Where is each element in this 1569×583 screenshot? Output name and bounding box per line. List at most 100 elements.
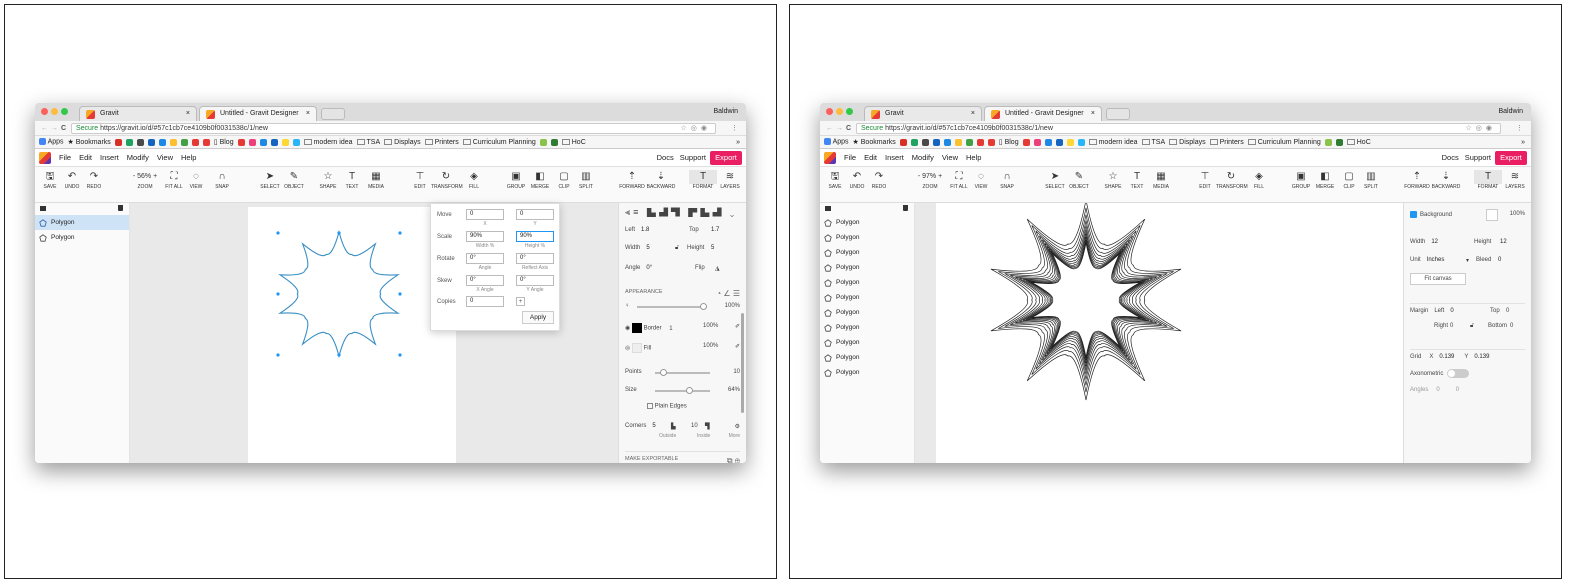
gmail-icon[interactable] xyxy=(114,138,122,146)
angles-input-2[interactable]: 0 xyxy=(1456,387,1459,393)
menu-insert[interactable]: Insert xyxy=(100,153,119,162)
corner-inside-icon[interactable]: ▜ xyxy=(705,423,710,430)
corner-outside-icon[interactable]: ▙ xyxy=(671,423,676,430)
top-input[interactable]: 1.7 xyxy=(711,227,719,233)
fill-opacity[interactable]: 100% xyxy=(703,343,718,349)
view-button[interactable]: ◌ VIEW xyxy=(968,170,994,190)
grid-y-input[interactable]: 0.139 xyxy=(1474,354,1489,360)
copies-input[interactable]: 0 xyxy=(466,296,504,307)
margin-right-input[interactable]: 0 xyxy=(1450,323,1453,329)
browser-tab-designer[interactable]: Untitled - Gravit Designer × xyxy=(199,106,317,121)
new-tab-button[interactable] xyxy=(321,108,345,120)
fill-button[interactable]: ◈ FILL xyxy=(461,170,487,190)
twitter-icon[interactable] xyxy=(1077,138,1085,146)
height-input[interactable]: 12 xyxy=(1500,239,1507,245)
shape-tool[interactable]: ☆ SHAPE xyxy=(1100,170,1126,190)
size-knob[interactable] xyxy=(685,387,693,394)
bookmark-icon[interactable] xyxy=(976,138,984,146)
browser-tab-gravit[interactable]: Gravit × xyxy=(864,106,982,121)
opacity-value[interactable]: 100% xyxy=(725,303,740,309)
text-tool[interactable]: T TEXT xyxy=(1124,170,1150,190)
width-input[interactable]: 5 xyxy=(646,245,649,251)
bookmark-icon[interactable] xyxy=(259,138,267,146)
bookmark-icon[interactable] xyxy=(1335,138,1343,146)
bookmark-icon[interactable] xyxy=(550,138,558,146)
modern-idea-bookmark[interactable]: modern idea xyxy=(303,139,353,146)
media-tool[interactable]: ▦ MEDIA xyxy=(1148,170,1174,190)
url-field[interactable]: Secure https://gravit.io/d/#57c1cb7ce410… xyxy=(856,123,1501,134)
left-input[interactable]: 1.8 xyxy=(641,227,649,233)
tab-close-icon[interactable]: × xyxy=(186,110,190,117)
background-opacity[interactable]: 100% xyxy=(1510,211,1525,217)
size-slider[interactable] xyxy=(655,387,710,394)
bookmark-icon[interactable] xyxy=(1324,138,1332,146)
bookmarks-overflow-icon[interactable]: » xyxy=(736,139,740,146)
snap-button[interactable]: ∩ SNAP xyxy=(994,170,1020,190)
align-toolbar[interactable]: ⫷≡ ▙▟▜ ▛▙▟ ⌄ xyxy=(625,207,740,218)
menu-view[interactable]: View xyxy=(942,153,958,162)
eyedropper-icon[interactable]: ✐ xyxy=(735,323,740,330)
lock-icon[interactable]: 🔓︎ xyxy=(675,245,679,252)
transform-button[interactable]: ↻ TRANSFORM xyxy=(1216,170,1248,190)
more-label[interactable]: More xyxy=(729,433,740,439)
layer-item[interactable]: Polygon xyxy=(820,230,914,245)
b-icon[interactable] xyxy=(921,138,929,146)
object-tool[interactable]: ✎ OBJECT xyxy=(281,170,307,190)
background-swatch[interactable] xyxy=(1486,209,1498,221)
displays-bookmark[interactable]: Displays xyxy=(1169,139,1206,146)
select-tool[interactable]: ➤ SELECT xyxy=(257,170,283,190)
resize-handle[interactable] xyxy=(337,231,341,235)
scale-width-input[interactable]: 90% xyxy=(466,231,504,242)
apps-bookmark[interactable]: Apps xyxy=(824,138,849,146)
layer-item[interactable]: Polygon xyxy=(35,230,129,245)
menu-view[interactable]: View xyxy=(157,153,173,162)
browser-tab-designer[interactable]: Untitled - Gravit Designer × xyxy=(984,106,1102,121)
format-tab[interactable]: T FORMAT xyxy=(1474,170,1502,190)
tsa-bookmark[interactable]: TSA xyxy=(1141,139,1165,146)
resize-handle[interactable] xyxy=(276,231,280,235)
layer-item[interactable]: Polygon xyxy=(820,365,914,380)
bookmarks-bookmark[interactable]: ★ Bookmarks xyxy=(68,138,111,146)
gravit-logo-icon[interactable] xyxy=(39,151,51,164)
rotate-input[interactable]: 0° xyxy=(466,253,504,264)
bookmarks-bookmark[interactable]: ★ Bookmarks xyxy=(853,138,896,146)
points-knob[interactable] xyxy=(659,369,667,376)
trello-icon[interactable] xyxy=(943,138,951,146)
browser-tab-gravit[interactable]: Gravit × xyxy=(79,106,197,121)
profile-name[interactable]: Baldwin xyxy=(1498,108,1523,115)
export-button[interactable]: Export xyxy=(710,151,742,165)
layer-item[interactable]: Polygon xyxy=(35,215,129,230)
layer-item[interactable]: Polygon xyxy=(820,290,914,305)
bookmark-icon[interactable] xyxy=(281,138,289,146)
opacity-slider[interactable] xyxy=(637,303,707,310)
menu-file[interactable]: File xyxy=(844,153,856,162)
url-field[interactable]: Secure https://gravit.io/d/#57c1cb7ce410… xyxy=(71,123,716,134)
menu-modify[interactable]: Modify xyxy=(912,153,934,162)
folder-icon[interactable] xyxy=(40,206,46,211)
menu-modify[interactable]: Modify xyxy=(127,153,149,162)
twitter-icon[interactable] xyxy=(292,138,300,146)
bookmark-icon[interactable] xyxy=(539,138,547,146)
add-copy-button[interactable]: + xyxy=(516,297,525,306)
merge-button[interactable]: ◧ MERGE xyxy=(527,170,553,190)
move-x-input[interactable]: 0 xyxy=(466,209,504,220)
inspector-scrollbar[interactable] xyxy=(741,313,744,413)
bookmark-icon[interactable] xyxy=(1044,138,1052,146)
bleed-input[interactable]: 0 xyxy=(1498,257,1501,263)
margin-bottom-input[interactable]: 0 xyxy=(1510,323,1513,329)
margin-left-input[interactable]: 0 xyxy=(1450,308,1453,314)
minimize-window-button[interactable] xyxy=(836,108,843,115)
resize-handle[interactable] xyxy=(276,292,280,296)
close-window-button[interactable] xyxy=(826,108,833,115)
move-y-input[interactable]: 0 xyxy=(516,209,554,220)
close-window-button[interactable] xyxy=(41,108,48,115)
size-value[interactable]: 64% xyxy=(728,387,740,393)
pinterest-icon[interactable] xyxy=(237,138,245,146)
layer-item[interactable]: Polygon xyxy=(820,350,914,365)
view-button[interactable]: ◌ VIEW xyxy=(183,170,209,190)
inside-value[interactable]: 10 xyxy=(691,423,698,429)
group-button[interactable]: ▣ GROUP xyxy=(1288,170,1314,190)
angle-input[interactable]: 0° xyxy=(646,265,652,271)
shape-tool[interactable]: ☆ SHAPE xyxy=(315,170,341,190)
edit-button[interactable]: ⊤ EDIT xyxy=(407,170,433,190)
